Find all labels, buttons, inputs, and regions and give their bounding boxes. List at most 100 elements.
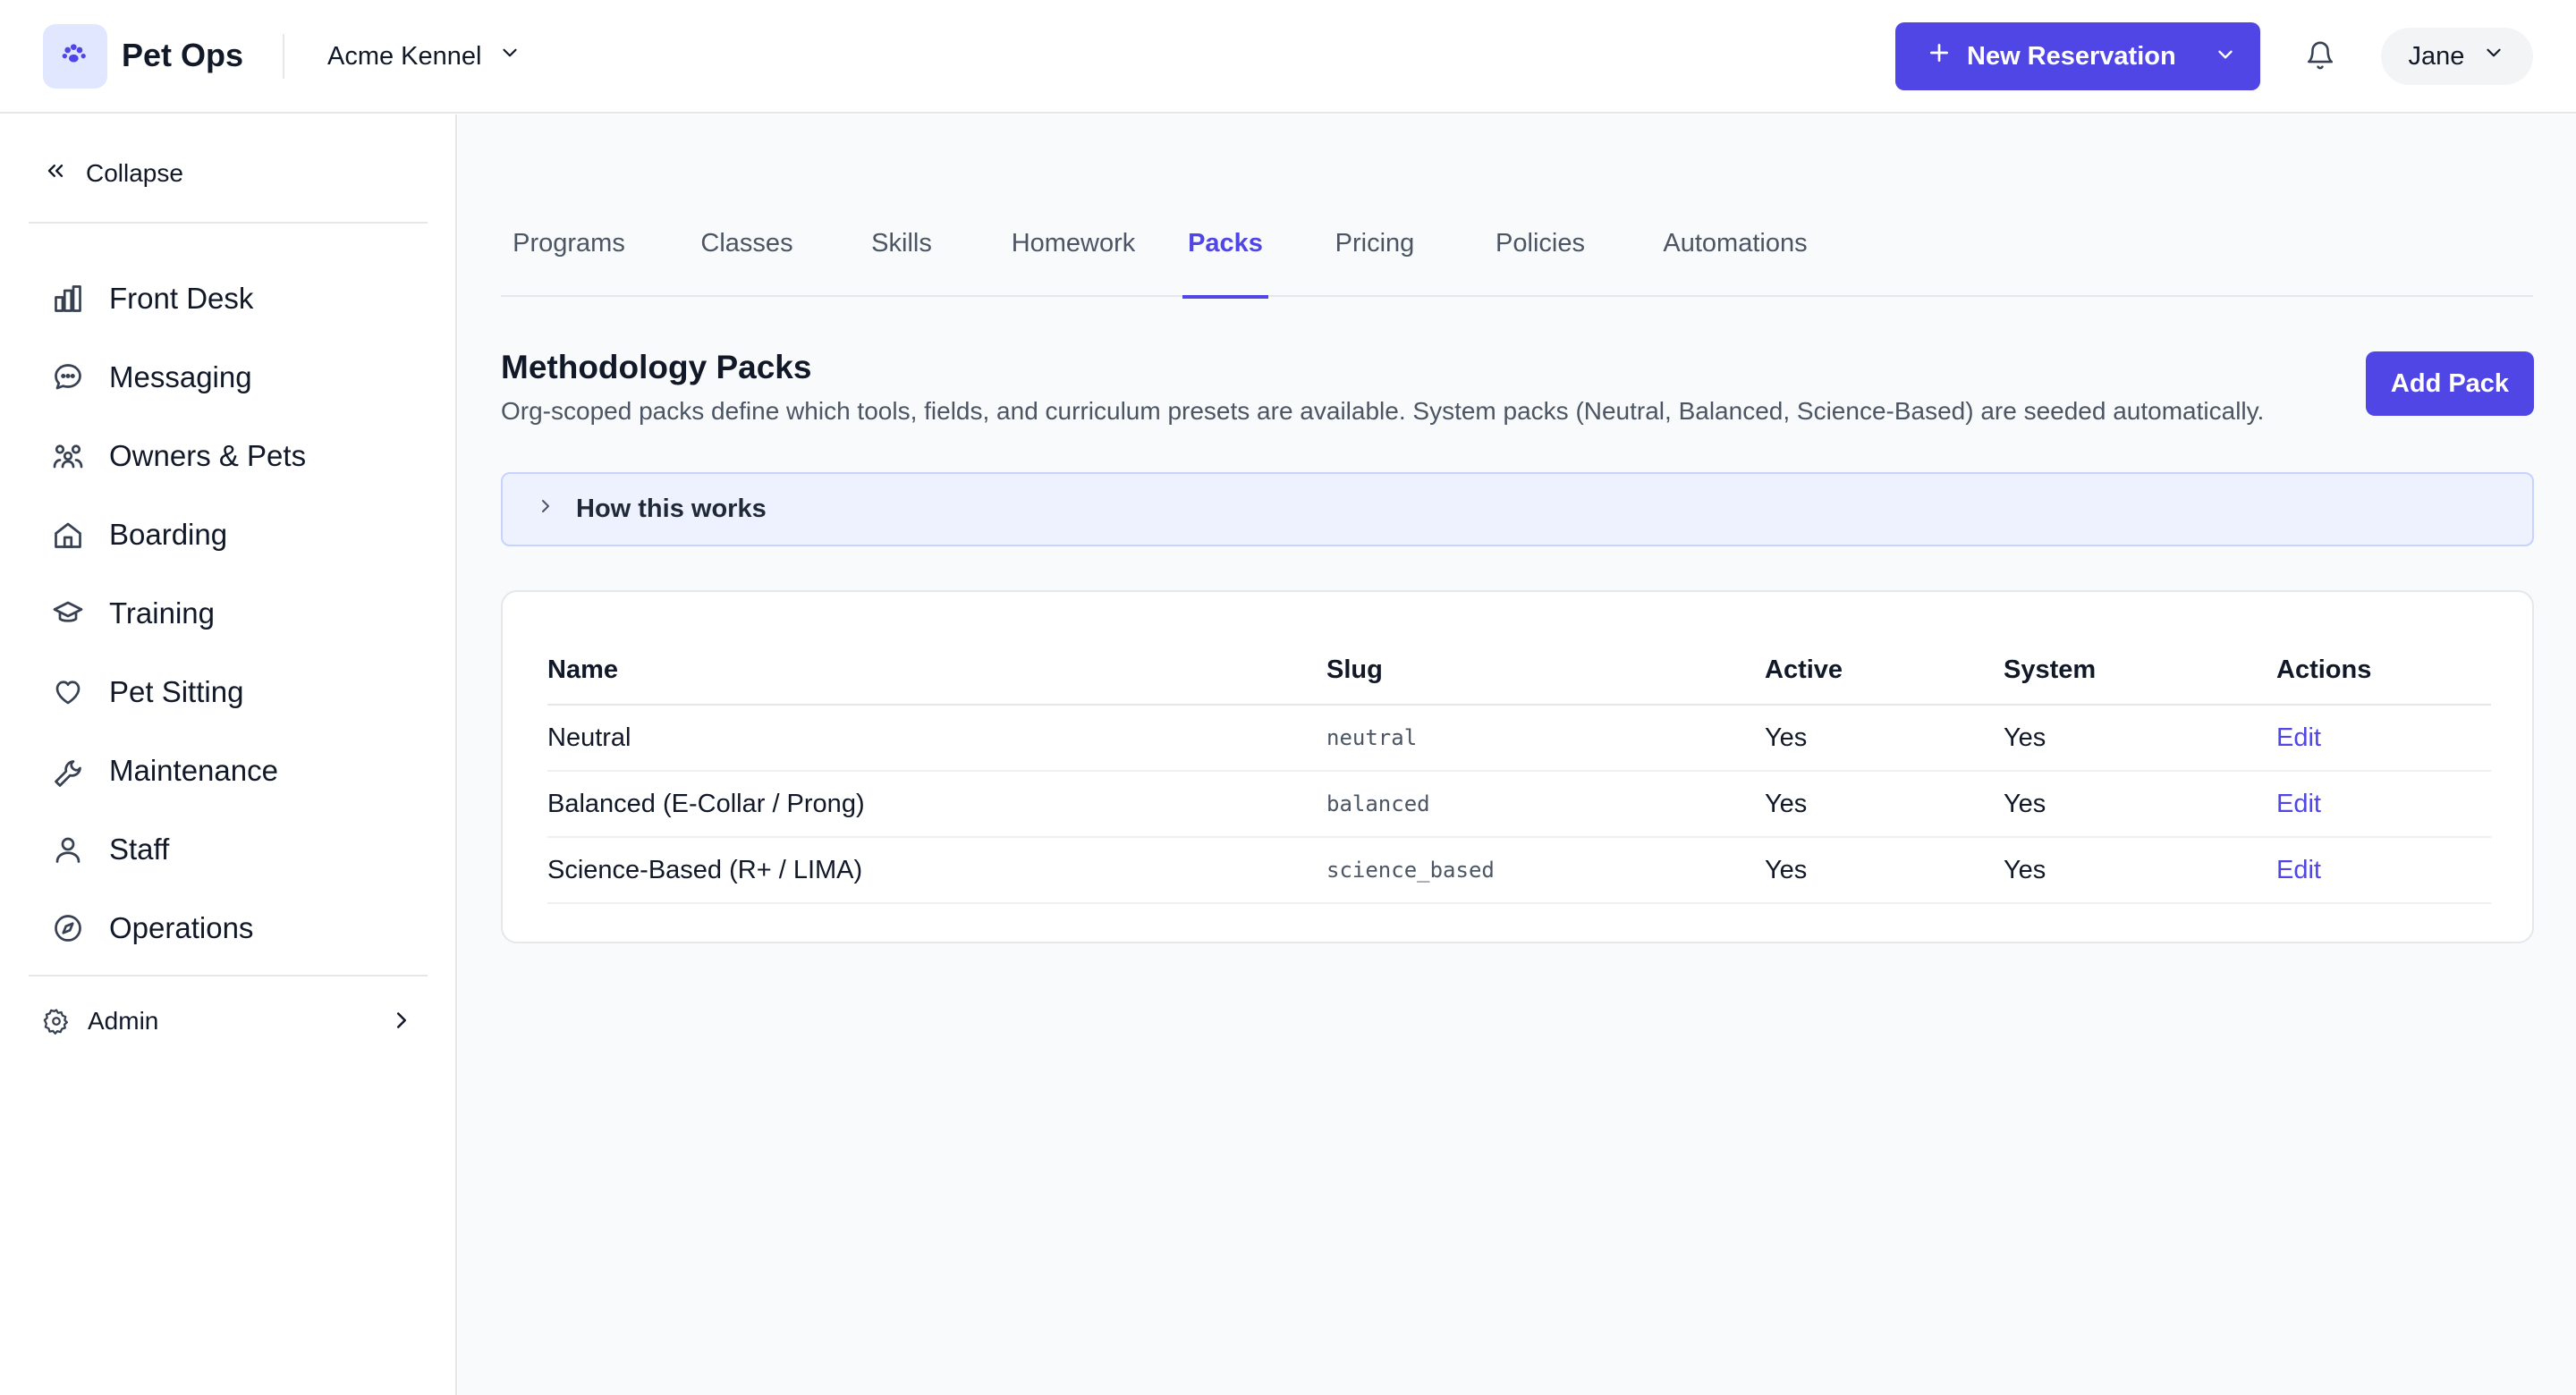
new-reservation-button[interactable]: New Reservation bbox=[1895, 22, 2176, 90]
sidebar-item-label: Boarding bbox=[109, 518, 228, 551]
sidebar-item-admin[interactable]: Admin bbox=[43, 996, 415, 1046]
org-switcher[interactable]: Acme Kennel bbox=[327, 34, 521, 79]
new-reservation-dropdown-toggle[interactable] bbox=[2190, 22, 2260, 90]
pack-system: Yes bbox=[2004, 837, 2276, 904]
plus-icon bbox=[1928, 41, 1951, 72]
tab-classes[interactable]: Classes bbox=[689, 220, 805, 297]
page-description: Org-scoped packs define which tools, fie… bbox=[501, 397, 2265, 425]
column-header-name: Name bbox=[547, 637, 1326, 706]
sidebar: Collapse Front Desk Messaging Owners & P… bbox=[0, 114, 457, 1395]
sidebar-divider bbox=[29, 222, 428, 224]
column-header-active: Active bbox=[1765, 637, 2004, 706]
admin-label: Admin bbox=[88, 1007, 159, 1035]
chevron-right-icon bbox=[388, 1007, 415, 1034]
pack-active: Yes bbox=[1765, 771, 2004, 838]
page-title: Methodology Packs bbox=[501, 349, 812, 385]
chevron-down-icon bbox=[498, 41, 521, 72]
header-divider bbox=[283, 34, 284, 79]
sidebar-item-maintenance[interactable]: Maintenance bbox=[29, 731, 428, 810]
heart-icon bbox=[50, 674, 86, 710]
user-name: Jane bbox=[2408, 41, 2465, 71]
sidebar-item-owners-pets[interactable]: Owners & Pets bbox=[29, 417, 428, 495]
pack-name: Science-Based (R+ / LIMA) bbox=[547, 837, 1326, 904]
edit-link[interactable]: Edit bbox=[2276, 723, 2321, 752]
tab-homework[interactable]: Homework bbox=[997, 220, 1149, 297]
pack-active: Yes bbox=[1765, 705, 2004, 772]
user-menu[interactable]: Jane bbox=[2381, 28, 2533, 85]
main-content: Programs Classes Skills Homework Packs P… bbox=[458, 114, 2576, 1395]
actions-cell: Edit bbox=[2276, 771, 2491, 838]
sidebar-item-label: Front Desk bbox=[109, 282, 254, 315]
sidebar-item-label: Messaging bbox=[109, 360, 252, 393]
pack-name: Balanced (E-Collar / Prong) bbox=[547, 771, 1326, 838]
column-header-system: System bbox=[2004, 637, 2276, 706]
compass-icon bbox=[50, 910, 86, 946]
app-name: Pet Ops bbox=[122, 37, 244, 73]
pack-system: Yes bbox=[2004, 771, 2276, 838]
chevron-down-icon bbox=[2214, 43, 2237, 71]
sidebar-item-label: Maintenance bbox=[109, 754, 278, 787]
notifications-button[interactable] bbox=[2302, 38, 2338, 77]
actions-cell: Edit bbox=[2276, 837, 2491, 904]
gear-icon bbox=[43, 1008, 70, 1035]
tab-policies[interactable]: Policies bbox=[1482, 220, 1598, 297]
pack-system: Yes bbox=[2004, 705, 2276, 772]
packs-table: Name Slug Active System Actions Neutral … bbox=[547, 637, 2491, 904]
add-pack-button[interactable]: Add Pack bbox=[2366, 351, 2534, 416]
tab-skills[interactable]: Skills bbox=[857, 220, 946, 297]
pack-name: Neutral bbox=[547, 705, 1326, 772]
chevron-right-icon bbox=[535, 495, 556, 524]
table-row: Neutral neutral Yes Yes Edit bbox=[547, 705, 2491, 772]
column-header-slug: Slug bbox=[1326, 637, 1765, 706]
sidebar-item-label: Staff bbox=[109, 833, 170, 866]
column-header-actions: Actions bbox=[2276, 637, 2491, 706]
app-logo[interactable] bbox=[43, 24, 107, 89]
new-reservation-split-button: New Reservation bbox=[1895, 22, 2260, 90]
graduation-cap-icon bbox=[50, 596, 86, 631]
collapse-label: Collapse bbox=[86, 159, 183, 187]
chevron-down-icon bbox=[2482, 41, 2505, 72]
new-reservation-label: New Reservation bbox=[1967, 41, 2176, 71]
sidebar-item-operations[interactable]: Operations bbox=[29, 889, 428, 968]
wrench-icon bbox=[50, 753, 86, 789]
how-this-works-label: How this works bbox=[576, 495, 767, 523]
sidebar-divider bbox=[29, 975, 428, 976]
home-icon bbox=[50, 517, 86, 553]
collapse-sidebar-button[interactable]: Collapse bbox=[43, 152, 183, 195]
tab-pricing[interactable]: Pricing bbox=[1321, 220, 1428, 297]
sidebar-item-label: Owners & Pets bbox=[109, 439, 307, 472]
chevrons-left-icon bbox=[43, 158, 68, 190]
front-desk-icon bbox=[50, 281, 86, 317]
pack-slug: balanced bbox=[1326, 771, 1765, 838]
table-header-row: Name Slug Active System Actions bbox=[547, 637, 2491, 706]
sidebar-item-boarding[interactable]: Boarding bbox=[29, 495, 428, 574]
pack-active: Yes bbox=[1765, 837, 2004, 904]
user-icon bbox=[50, 832, 86, 867]
table-row: Science-Based (R+ / LIMA) science_based … bbox=[547, 837, 2491, 904]
actions-cell: Edit bbox=[2276, 705, 2491, 772]
sidebar-item-front-desk[interactable]: Front Desk bbox=[29, 259, 428, 338]
sidebar-item-messaging[interactable]: Messaging bbox=[29, 338, 428, 417]
paw-icon bbox=[57, 37, 93, 77]
bell-icon bbox=[2305, 39, 2335, 76]
sidebar-nav: Front Desk Messaging Owners & Pets Board… bbox=[29, 259, 428, 968]
sidebar-item-training[interactable]: Training bbox=[29, 574, 428, 653]
chat-bubble-icon bbox=[50, 359, 86, 395]
tab-programs[interactable]: Programs bbox=[501, 220, 637, 297]
table-row: Balanced (E-Collar / Prong) balanced Yes… bbox=[547, 771, 2491, 838]
users-icon bbox=[50, 438, 86, 474]
org-name: Acme Kennel bbox=[327, 41, 482, 71]
pack-slug: neutral bbox=[1326, 705, 1765, 772]
top-header: Pet Ops Acme Kennel New Reservation Jane bbox=[0, 0, 2576, 114]
tab-automations[interactable]: Automations bbox=[1646, 220, 1825, 297]
tab-packs[interactable]: Packs bbox=[1182, 220, 1268, 299]
pack-slug: science_based bbox=[1326, 837, 1765, 904]
edit-link[interactable]: Edit bbox=[2276, 856, 2321, 884]
packs-table-card: Name Slug Active System Actions Neutral … bbox=[501, 590, 2534, 943]
sidebar-item-pet-sitting[interactable]: Pet Sitting bbox=[29, 653, 428, 731]
how-this-works-disclosure[interactable]: How this works bbox=[501, 472, 2534, 546]
sidebar-item-label: Training bbox=[109, 596, 215, 630]
sidebar-item-label: Operations bbox=[109, 911, 254, 944]
sidebar-item-staff[interactable]: Staff bbox=[29, 810, 428, 889]
edit-link[interactable]: Edit bbox=[2276, 790, 2321, 818]
